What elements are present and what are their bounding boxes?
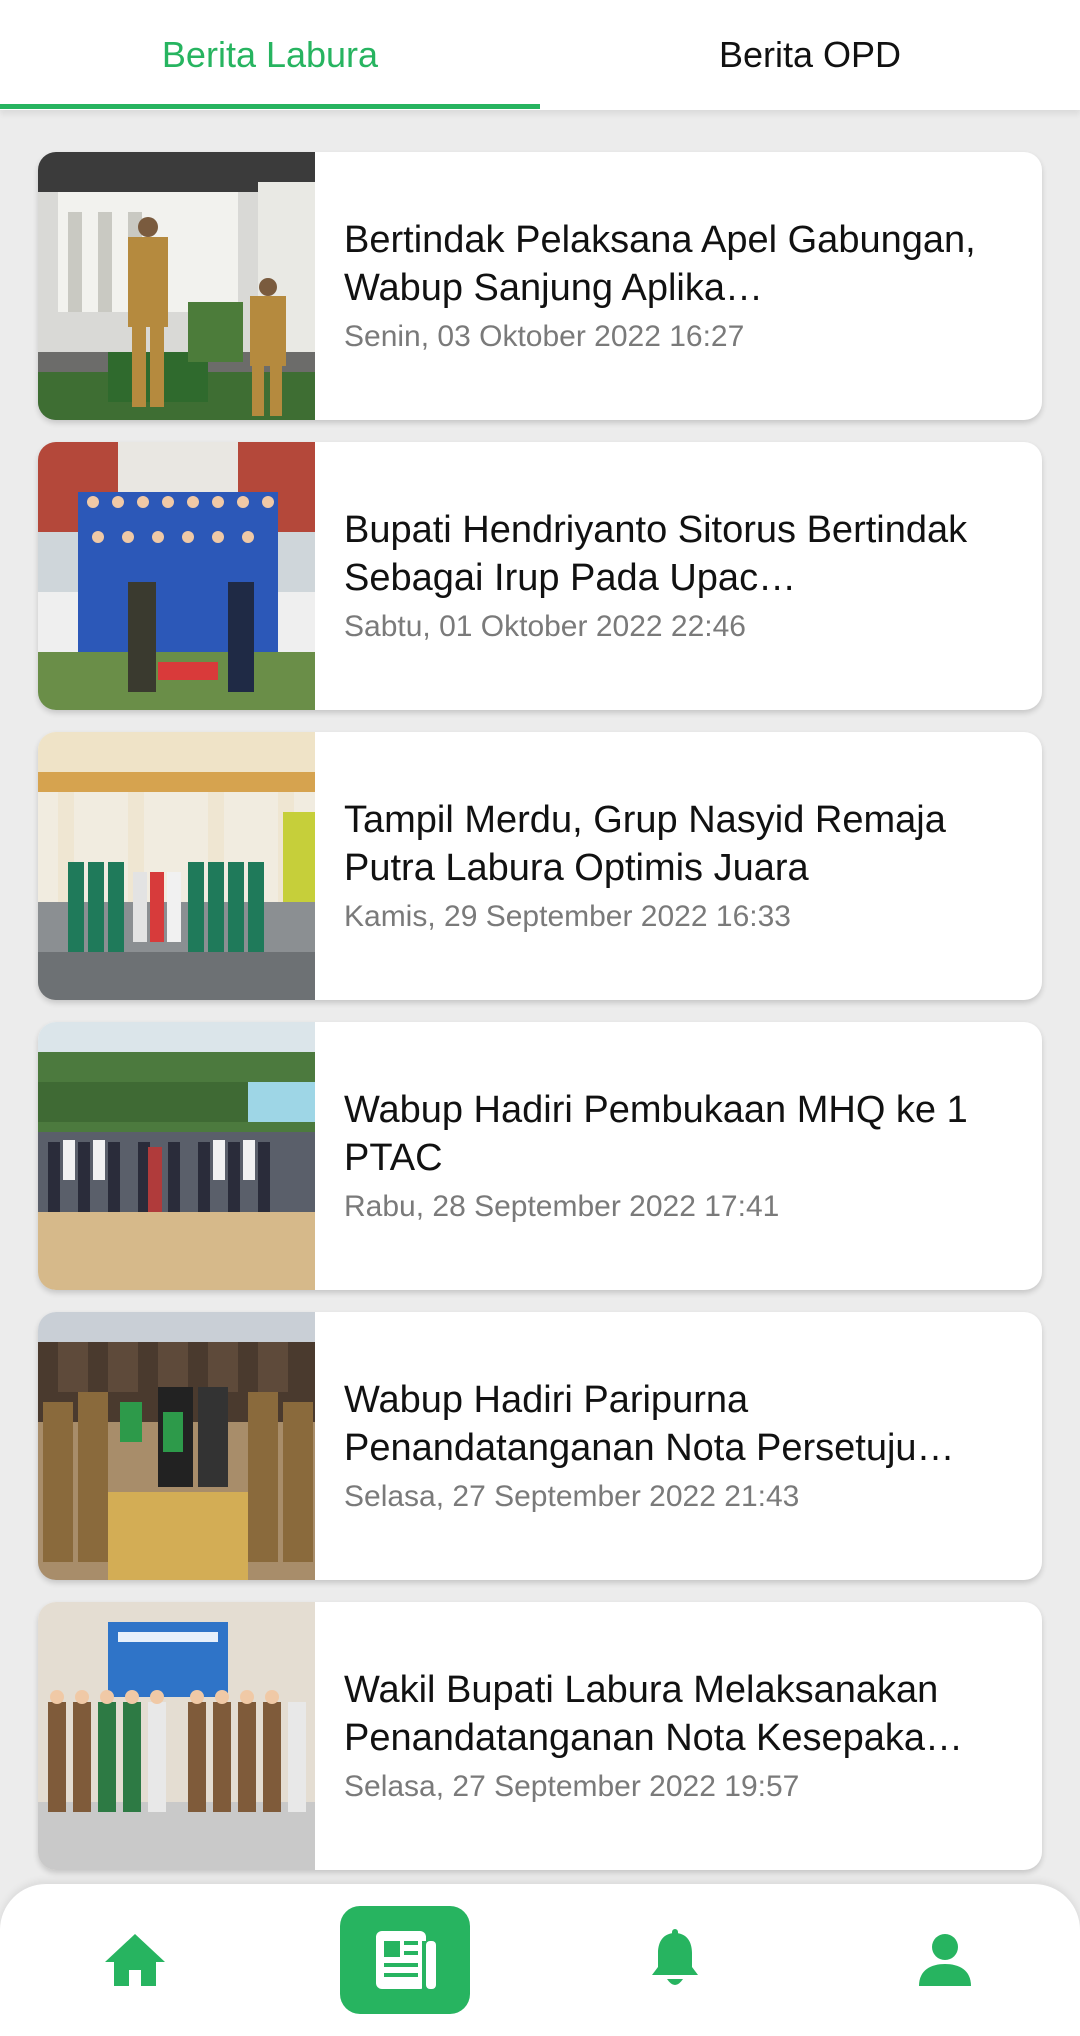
nav-news[interactable] (335, 1884, 475, 2036)
news-text: Wabup Hadiri Pembukaan MHQ ke 1 PTAC Rab… (344, 1022, 1014, 1290)
news-text: Bupati Hendriyanto Sitorus Bertindak Seb… (344, 442, 1014, 710)
person-icon (919, 1934, 971, 1986)
news-text: Bertindak Pelaksana Apel Gabungan, Wabup… (344, 152, 1014, 420)
news-title: Wakil Bupati Labura Melaksanakan Penanda… (344, 1669, 964, 1759)
news-date: Rabu, 28 September 2022 17:41 (344, 1190, 780, 1223)
news-title: Wabup Hadiri Paripurna Penandatanganan N… (344, 1379, 955, 1469)
bottom-navigation (0, 1884, 1080, 2036)
home-icon (105, 1934, 165, 1986)
news-text: Tampil Merdu, Grup Nasyid Remaja Putra L… (344, 732, 1014, 1000)
tab-berita-labura[interactable]: Berita Labura (0, 0, 540, 110)
news-thumbnail (38, 1312, 315, 1580)
news-title: Tampil Merdu, Grup Nasyid Remaja Putra L… (344, 799, 946, 889)
news-date: Kamis, 29 September 2022 16:33 (344, 900, 791, 933)
news-text: Wakil Bupati Labura Melaksanakan Penanda… (344, 1602, 1014, 1870)
nav-news-active-pill (340, 1906, 470, 2014)
news-thumbnail (38, 1602, 315, 1870)
news-date: Sabtu, 01 Oktober 2022 22:46 (344, 610, 746, 643)
news-title: Wabup Hadiri Pembukaan MHQ ke 1 PTAC (344, 1089, 968, 1179)
nav-home[interactable] (65, 1884, 205, 2036)
news-date: Selasa, 27 September 2022 19:57 (344, 1770, 800, 1803)
news-text: Wabup Hadiri Paripurna Penandatanganan N… (344, 1312, 1014, 1580)
news-card[interactable]: Tampil Merdu, Grup Nasyid Remaja Putra L… (38, 732, 1042, 1000)
bell-icon (652, 1929, 698, 1985)
news-title: Bupati Hendriyanto Sitorus Bertindak Seb… (344, 509, 968, 599)
news-date: Senin, 03 Oktober 2022 16:27 (344, 320, 745, 353)
newspaper-icon (376, 1931, 436, 1989)
active-tab-indicator (0, 104, 540, 109)
news-card[interactable]: Bupati Hendriyanto Sitorus Bertindak Seb… (38, 442, 1042, 710)
news-list[interactable]: Bertindak Pelaksana Apel Gabungan, Wabup… (0, 110, 1080, 1890)
news-thumbnail (38, 442, 315, 710)
nav-notifications[interactable] (605, 1884, 745, 2036)
news-thumbnail (38, 732, 315, 1000)
news-card[interactable]: Wabup Hadiri Pembukaan MHQ ke 1 PTAC Rab… (38, 1022, 1042, 1290)
news-thumbnail (38, 152, 315, 420)
news-thumbnail (38, 1022, 315, 1290)
news-card[interactable]: Wakil Bupati Labura Melaksanakan Penanda… (38, 1602, 1042, 1870)
news-card[interactable]: Bertindak Pelaksana Apel Gabungan, Wabup… (38, 152, 1042, 420)
news-card[interactable]: Wabup Hadiri Paripurna Penandatanganan N… (38, 1312, 1042, 1580)
nav-profile[interactable] (875, 1884, 1015, 2036)
news-title: Bertindak Pelaksana Apel Gabungan, Wabup… (344, 219, 976, 309)
top-tab-bar: Berita Labura Berita OPD (0, 0, 1080, 110)
tab-berita-opd[interactable]: Berita OPD (540, 0, 1080, 110)
news-date: Selasa, 27 September 2022 21:43 (344, 1480, 800, 1513)
